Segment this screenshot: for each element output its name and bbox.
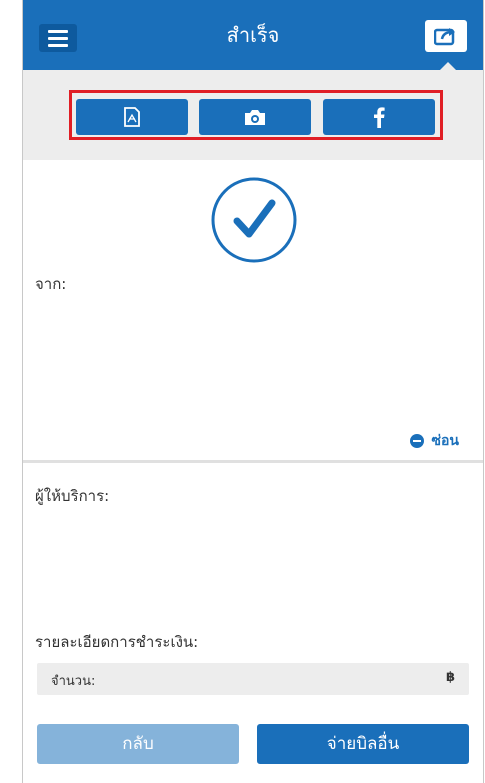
share-options-highlight: [69, 90, 443, 140]
amount-label: จำนวน:: [51, 674, 96, 689]
amount-currency: ฿: [445, 670, 455, 685]
share-pdf-button[interactable]: [76, 99, 188, 135]
share-icon: [434, 28, 455, 46]
amount-row: จำนวน: ฿: [37, 663, 469, 695]
hide-details-link[interactable]: ซ่อน: [409, 430, 459, 452]
pay-other-bill-button[interactable]: จ่ายบิลอื่น: [257, 724, 469, 764]
from-label: จาก:: [35, 275, 67, 293]
pdf-icon: [124, 107, 140, 127]
top-bar: สำเร็จ: [23, 0, 483, 71]
page-title: สำเร็จ: [226, 23, 280, 47]
minus-circle-icon: [409, 434, 424, 448]
payment-details-label: รายละเอียดการชำระเงิน:: [35, 633, 199, 651]
app-screen: สำเร็จ จาก: ซ่อน ผู้ให้บริการ: รายละเอีย…: [22, 0, 484, 783]
camera-icon: [245, 110, 265, 125]
back-button[interactable]: กลับ: [37, 724, 239, 764]
share-options-bar: [23, 70, 483, 160]
hide-label: ซ่อน: [431, 433, 459, 449]
provider-label: ผู้ให้บริการ:: [35, 487, 110, 505]
section-divider: [23, 460, 483, 463]
check-circle-icon: [211, 177, 297, 263]
share-button[interactable]: [425, 20, 467, 52]
share-camera-button[interactable]: [199, 99, 311, 135]
facebook-icon: [374, 107, 385, 128]
success-check: [209, 175, 299, 265]
share-facebook-button[interactable]: [323, 99, 435, 135]
